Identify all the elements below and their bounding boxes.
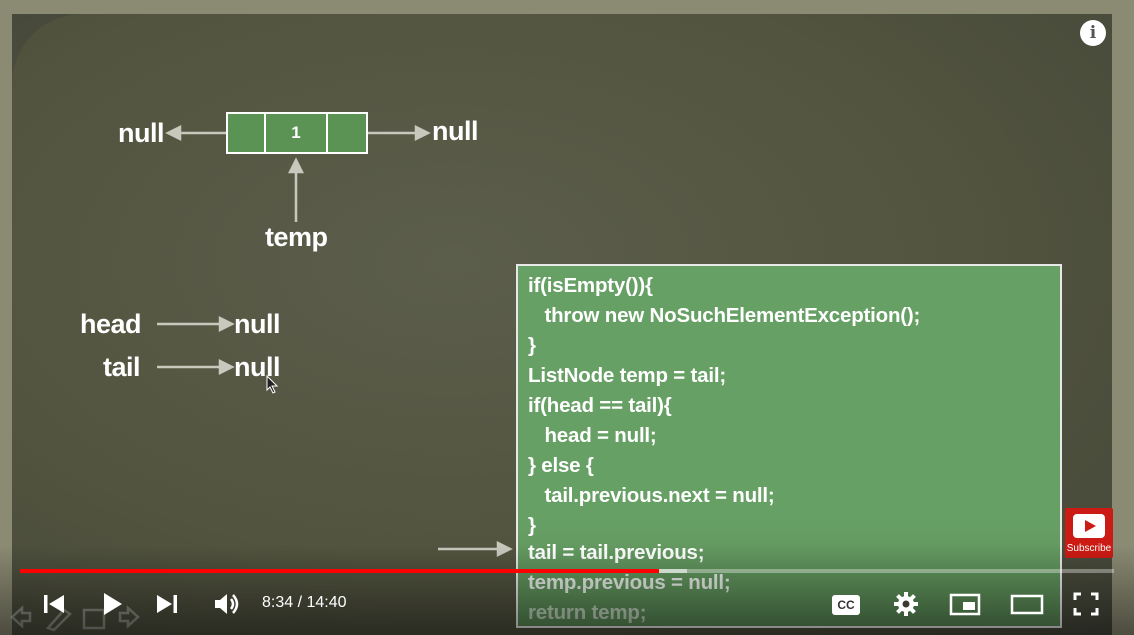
head-label: head (80, 309, 142, 339)
captions-icon[interactable]: CC (832, 595, 860, 615)
settings-icon[interactable] (890, 588, 922, 620)
subscribe-button[interactable]: Subscribe (1065, 508, 1113, 558)
mouse-cursor-icon (266, 375, 279, 394)
arrowhead-temp (287, 157, 305, 174)
right-null-label: null (432, 116, 479, 146)
miniplayer-icon[interactable] (948, 588, 982, 620)
progress-played (20, 569, 659, 573)
node-next-cell (328, 114, 366, 152)
left-null-label: null (118, 118, 165, 148)
code-line: temp.previous = null; (528, 571, 731, 594)
youtube-logo-icon (1073, 514, 1105, 538)
subscribe-label: Subscribe (1066, 543, 1112, 554)
code-line: ListNode temp = tail; (528, 364, 726, 387)
arrowhead-left-null (165, 124, 182, 142)
code-line: if(isEmpty()){ (528, 274, 653, 297)
arrowhead-right-null (414, 124, 431, 142)
code-line: } else { (528, 454, 594, 477)
info-icon[interactable]: i (1080, 20, 1106, 46)
arrowhead-code-pointer (496, 540, 513, 558)
volume-icon[interactable] (210, 588, 242, 620)
next-icon[interactable] (151, 588, 183, 620)
code-line: if(head == tail){ (528, 394, 672, 417)
code-line: head = null; (528, 424, 657, 447)
head-null-label: null (234, 309, 281, 339)
code-line: throw new NoSuchElementException(); (528, 304, 921, 327)
play-icon[interactable] (96, 588, 128, 620)
code-line: tail.previous.next = null; (528, 484, 775, 507)
tail-label: tail (103, 352, 141, 382)
code-panel: if(isEmpty()){ throw new NoSuchElementEx… (516, 264, 1062, 628)
node-previous-cell (228, 114, 266, 152)
progress-bar[interactable] (20, 569, 1114, 573)
arrowhead-head (218, 315, 235, 333)
code-line: } (528, 334, 536, 357)
list-node: 1 (226, 112, 368, 154)
video-player[interactable]: null 1 null temp head null tail null i i… (0, 0, 1134, 635)
previous-icon[interactable] (38, 588, 70, 620)
code-line-highlighted: tail = tail.previous; (528, 541, 705, 564)
code-line: } (528, 514, 536, 537)
arrowhead-tail (218, 358, 235, 376)
time-display: 8:34 / 14:40 (262, 594, 347, 611)
node-value-cell: 1 (266, 114, 328, 152)
temp-label: temp (265, 222, 328, 252)
code-line: return temp; (528, 601, 647, 624)
fullscreen-icon[interactable] (1070, 588, 1102, 620)
theater-icon[interactable] (1009, 588, 1045, 620)
